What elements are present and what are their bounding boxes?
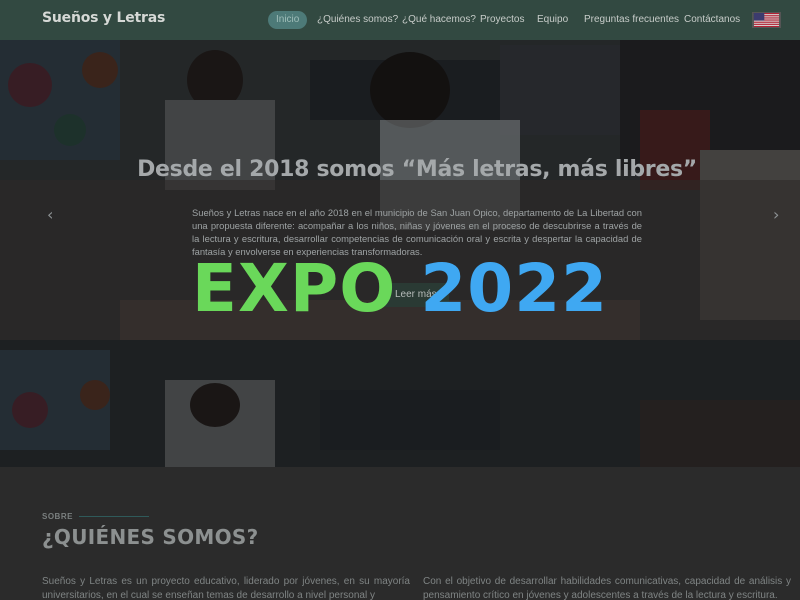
- chevron-right-icon[interactable]: ›: [773, 205, 779, 224]
- expo-word: EXPO: [191, 250, 397, 327]
- section-title: ¿QUIÉNES SOMOS?: [42, 525, 259, 549]
- chevron-left-icon[interactable]: ‹: [47, 205, 53, 224]
- expo-year: 2022: [420, 250, 609, 327]
- nav-item-inicio[interactable]: Inicio: [268, 11, 308, 29]
- nav-item-preguntas-frecuentes[interactable]: Preguntas frecuentes: [584, 11, 679, 29]
- about-section: SOBRE ¿QUIÉNES SOMOS? Sueños y Letras es…: [0, 467, 800, 600]
- about-paragraph-left: Sueños y Letras es un proyecto educativo…: [42, 576, 410, 600]
- top-navbar: Sueños y Letras Inicio ¿Quiénes somos? ¿…: [0, 0, 800, 40]
- nav-item-proyectos[interactable]: Proyectos: [480, 11, 524, 29]
- hero-carousel: Desde el 2018 somos “Más letras, más lib…: [0, 0, 800, 467]
- nav-item-quienes-somos[interactable]: ¿Quiénes somos?: [317, 11, 398, 29]
- section-kicker: SOBRE: [42, 512, 73, 521]
- us-flag-icon[interactable]: [752, 12, 781, 28]
- hero-title: Desde el 2018 somos “Más letras, más lib…: [137, 157, 697, 182]
- nav-item-equipo[interactable]: Equipo: [537, 11, 568, 29]
- nav-item-que-hacemos[interactable]: ¿Qué hacemos?: [402, 11, 476, 29]
- nav-item-contactanos[interactable]: Contáctanos: [684, 11, 740, 29]
- expo-2022-overlay: EXPO 2022: [0, 244, 800, 334]
- kicker-divider: [79, 516, 149, 517]
- about-paragraph-right: Con el objetivo de desarrollar habilidad…: [423, 576, 791, 600]
- brand-logo-text[interactable]: Sueños y Letras: [42, 10, 165, 26]
